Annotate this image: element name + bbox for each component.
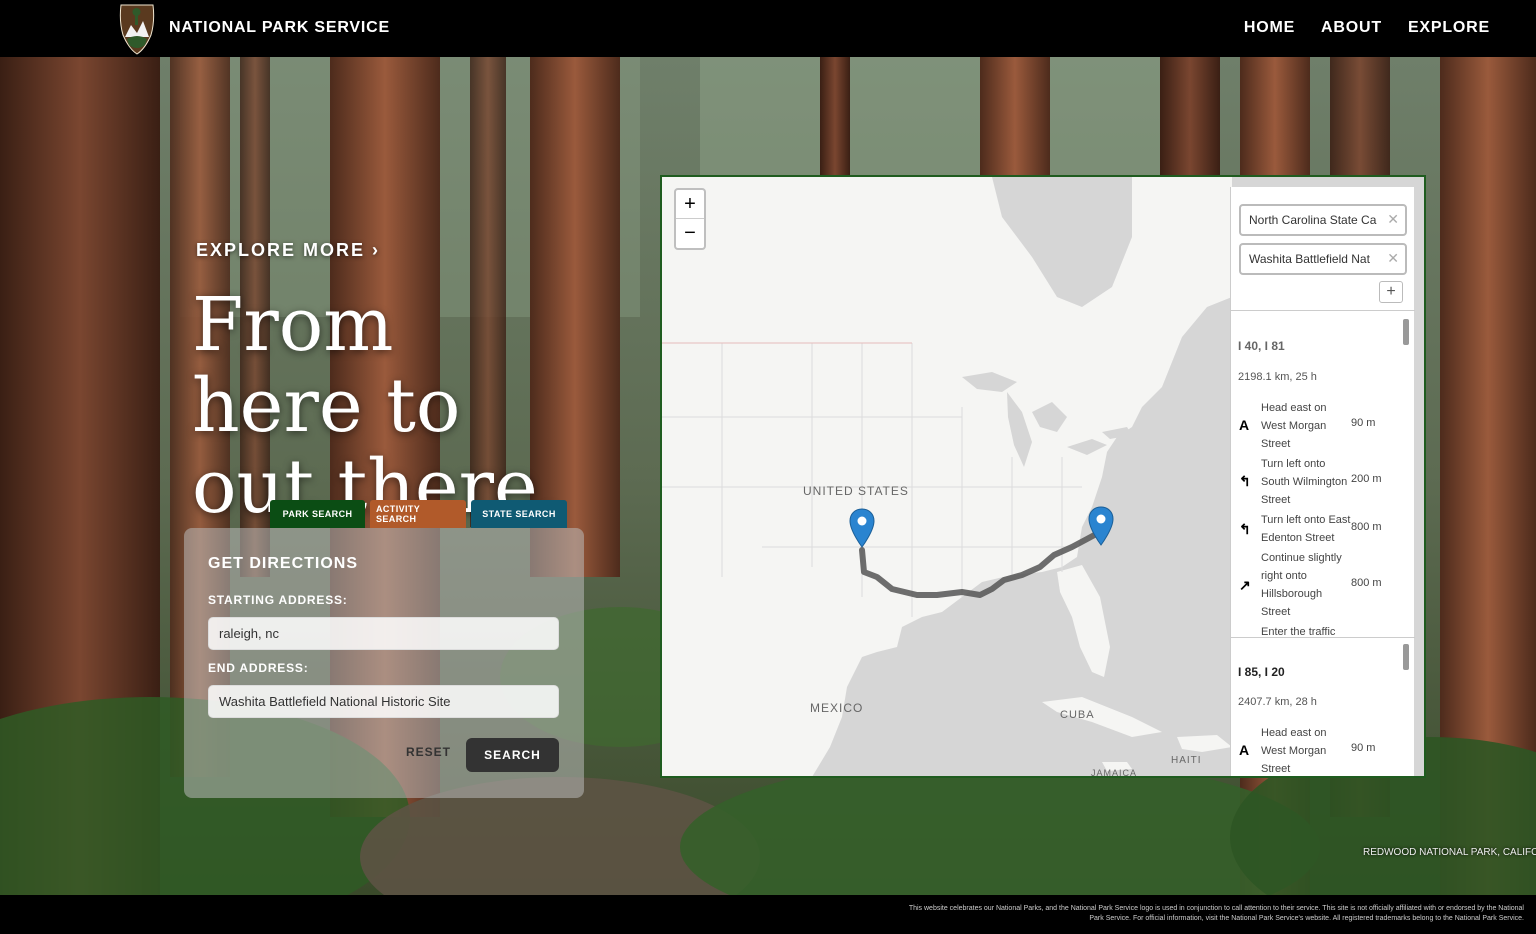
step-text: Enter the traffic (1261, 626, 1336, 637)
end-marker-pin-icon[interactable] (849, 508, 875, 548)
map-label-cuba: CUBA (1060, 709, 1095, 721)
nav-explore[interactable]: EXPLORE (1408, 19, 1490, 37)
search-button[interactable]: SEARCH (466, 738, 559, 772)
waypoint-input-start[interactable]: North Carolina State Ca ✕ (1239, 204, 1407, 236)
route-scrollbar[interactable] (1403, 319, 1409, 345)
step-distance: 200 m (1351, 473, 1382, 485)
end-address-label: END ADDRESS: (208, 661, 309, 675)
route-name: I 40, I 81 (1238, 339, 1285, 353)
slight-right-icon: ↗ (1239, 577, 1251, 593)
step-text: Continue slightly right onto Hillsboroug… (1261, 552, 1342, 618)
routing-panel: North Carolina State Ca ✕ Washita Battle… (1230, 187, 1415, 776)
hero-tagline: From here to out there. (192, 285, 561, 528)
brand-name[interactable]: NATIONAL PARK SERVICE (169, 19, 390, 37)
remove-waypoint-icon[interactable]: ✕ (1387, 250, 1399, 267)
zoom-in-button[interactable]: + (676, 190, 704, 219)
route-summary: 2407.7 km, 28 h (1238, 696, 1317, 708)
step-text: Head east on West Morgan Street (1261, 402, 1327, 450)
main-nav: HOME ABOUT EXPLORE (1244, 19, 1490, 37)
depart-icon: A (1239, 417, 1250, 433)
starting-address-label: STARTING ADDRESS: (208, 593, 348, 607)
get-directions-panel: GET DIRECTIONS STARTING ADDRESS: END ADD… (184, 528, 584, 798)
remove-waypoint-icon[interactable]: ✕ (1387, 211, 1399, 228)
step-distance: 90 m (1351, 417, 1376, 429)
tab-state-search[interactable]: STATE SEARCH (471, 500, 567, 528)
nav-about[interactable]: ABOUT (1321, 19, 1382, 37)
map-label-haiti: HAITI (1171, 755, 1202, 766)
nps-arrowhead-logo[interactable] (117, 3, 157, 55)
zoom-control: + − (674, 188, 706, 250)
search-tabs: PARK SEARCH ACTIVITY SEARCH STATE SEARCH (270, 500, 567, 528)
step-text: Turn left onto East Edenton Street (1261, 514, 1351, 544)
explore-more-link[interactable]: EXPLORE MORE › (196, 240, 380, 261)
waypoint-input-end[interactable]: Washita Battlefield Nat ✕ (1239, 243, 1407, 275)
waypoint-text: Washita Battlefield Nat (1249, 252, 1370, 266)
turn-left-icon: ↰ (1239, 521, 1251, 537)
photo-credit: REDWOOD NATIONAL PARK, CALIFORNIA (1363, 847, 1536, 858)
depart-icon: A (1239, 742, 1250, 758)
starting-address-input[interactable] (208, 617, 559, 650)
map-label-usa: UNITED STATES (803, 484, 909, 498)
top-navbar: NATIONAL PARK SERVICE HOME ABOUT EXPLORE (0, 0, 1536, 57)
zoom-out-button[interactable]: − (676, 219, 704, 248)
step-text: Turn left onto South Wilmington Street (1261, 458, 1348, 506)
route-scrollbar[interactable] (1403, 644, 1409, 670)
step-distance: 800 m (1351, 521, 1382, 533)
footer: This website celebrates our National Par… (0, 895, 1536, 934)
nav-home[interactable]: HOME (1244, 19, 1295, 37)
step-distance: 800 m (1351, 577, 1382, 589)
route-summary: 2198.1 km, 25 h (1238, 371, 1317, 383)
waypoint-text: North Carolina State Ca (1249, 213, 1377, 227)
route-alternative-1[interactable]: I 40, I 81 2198.1 km, 25 h A Head east o… (1231, 311, 1415, 637)
step-distance: 90 m (1351, 742, 1376, 754)
map-label-mexico: MEXICO (810, 701, 864, 715)
route-name: I 85, I 20 (1238, 665, 1285, 679)
tab-park-search[interactable]: PARK SEARCH (270, 500, 365, 528)
add-waypoint-button[interactable]: + (1379, 281, 1403, 303)
tagline-line: From (192, 282, 394, 368)
end-address-input[interactable] (208, 685, 559, 718)
route-alternative-2[interactable]: I 85, I 20 2407.7 km, 28 h A Head east o… (1231, 638, 1415, 776)
start-marker-pin-icon[interactable] (1088, 506, 1114, 546)
step-text: Head east on West Morgan Street (1261, 727, 1327, 775)
panel-title: GET DIRECTIONS (208, 555, 359, 572)
tab-activity-search[interactable]: ACTIVITY SEARCH (370, 500, 466, 528)
map-label-jamaica: JAMAICA (1091, 768, 1138, 778)
reset-button[interactable]: RESET (406, 745, 451, 759)
tagline-line: here to (192, 363, 461, 449)
footer-disclaimer: This website celebrates our National Par… (908, 905, 1524, 922)
route-map[interactable]: UNITED STATES MEXICO CUBA HAITI JAMAICA … (660, 175, 1426, 778)
turn-left-icon: ↰ (1239, 473, 1251, 489)
